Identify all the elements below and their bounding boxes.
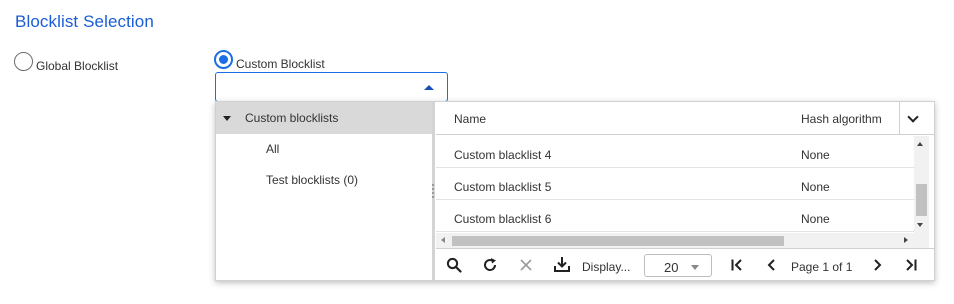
download-icon[interactable] <box>553 256 571 273</box>
radio-unchecked-icon[interactable] <box>14 52 33 71</box>
scroll-up-icon[interactable] <box>917 142 923 146</box>
column-menu-button[interactable] <box>899 102 929 135</box>
table-row[interactable]: Custom blacklist 5 None <box>436 168 914 200</box>
refresh-icon[interactable] <box>482 257 498 273</box>
splitter-grip-icon[interactable] <box>432 182 435 200</box>
close-icon[interactable] <box>518 257 534 273</box>
chevron-down-icon <box>907 111 919 123</box>
column-header-name[interactable]: Name <box>454 112 486 126</box>
grid-toolbar: Display... 20 Page 1 of 1 <box>436 248 934 280</box>
horizontal-scrollbar[interactable] <box>436 233 914 248</box>
radio-checked-icon[interactable] <box>214 50 233 69</box>
chevron-down-icon <box>691 265 699 270</box>
scrollbar-thumb[interactable] <box>452 236 784 246</box>
cell-name: Custom blacklist 5 <box>454 180 552 194</box>
cell-name: Custom blacklist 6 <box>454 212 552 226</box>
custom-blocklist-radio[interactable]: Custom Blocklist <box>214 48 325 71</box>
table-row[interactable]: Custom blacklist 6 None <box>436 200 914 232</box>
grid-header: Name Hash algorithm <box>436 102 934 135</box>
display-options-button[interactable]: Display... <box>582 260 630 274</box>
table-row[interactable]: Custom blacklist 4 None <box>436 136 914 168</box>
previous-page-icon[interactable] <box>766 258 778 272</box>
page-size-value: 20 <box>664 260 679 275</box>
blocklist-tree: Custom blocklists All Test blocklists (0… <box>216 102 432 280</box>
grid-body: Custom blacklist 4 None Custom blacklist… <box>436 136 914 232</box>
cell-hash-algorithm: None <box>801 180 830 194</box>
tree-node-label: Custom blocklists <box>245 111 339 125</box>
tree-node-custom-blocklists[interactable]: Custom blocklists <box>216 102 432 134</box>
first-page-icon[interactable] <box>730 258 744 272</box>
custom-blocklist-combobox[interactable] <box>215 72 448 102</box>
tree-node-label: All <box>266 142 280 156</box>
custom-blocklist-label: Custom Blocklist <box>236 57 325 71</box>
scrollbar-corner <box>914 233 929 248</box>
global-blocklist-label: Global Blocklist <box>36 59 119 73</box>
tree-node-test-blocklists[interactable]: Test blocklists (0) <box>216 164 432 196</box>
page-info: Page 1 of 1 <box>791 260 853 274</box>
next-page-icon[interactable] <box>871 258 883 272</box>
cell-hash-algorithm: None <box>801 212 830 226</box>
blocklist-grid: Name Hash algorithm Custom blacklist 4 N… <box>436 102 934 280</box>
scroll-left-icon[interactable] <box>441 237 445 243</box>
chevron-up-icon[interactable] <box>424 85 434 90</box>
last-page-icon[interactable] <box>904 258 918 272</box>
caret-down-icon[interactable] <box>223 115 231 121</box>
scroll-right-icon[interactable] <box>904 237 908 243</box>
cell-name: Custom blacklist 4 <box>454 148 552 162</box>
vertical-scrollbar[interactable] <box>914 136 929 233</box>
blocklist-dropdown-panel: Custom blocklists All Test blocklists (0… <box>215 101 935 281</box>
tree-node-all[interactable]: All <box>216 133 432 165</box>
scroll-down-icon[interactable] <box>917 223 923 227</box>
scrollbar-thumb[interactable] <box>916 184 927 216</box>
column-header-hash-algorithm[interactable]: Hash algorithm <box>801 112 882 126</box>
tree-node-label: Test blocklists (0) <box>266 173 359 187</box>
search-icon[interactable] <box>446 257 462 273</box>
cell-hash-algorithm: None <box>801 148 830 162</box>
global-blocklist-radio[interactable]: Global Blocklist <box>14 50 118 73</box>
section-title: Blocklist Selection <box>15 12 154 31</box>
page-size-select[interactable]: 20 <box>644 254 712 277</box>
